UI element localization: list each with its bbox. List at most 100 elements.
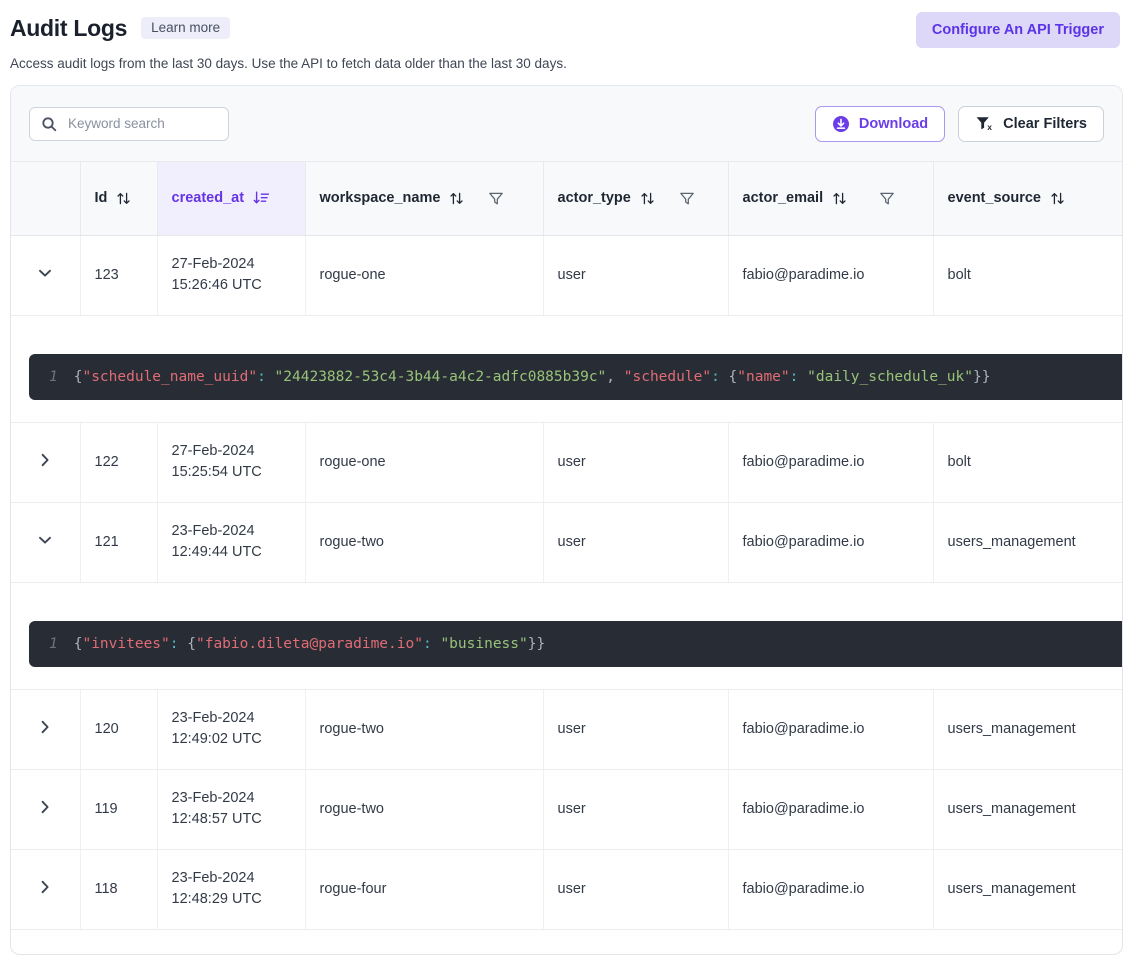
- cell-workspace-name: rogue-one: [305, 422, 544, 503]
- filter-icon[interactable]: [879, 191, 895, 206]
- cell-time: 15:26:46 UTC: [171, 277, 262, 293]
- column-header-created-at[interactable]: created_at: [157, 162, 306, 236]
- page-subtitle: Access audit logs from the last 30 days.…: [10, 56, 567, 71]
- cell-time: 15:25:54 UTC: [171, 464, 262, 480]
- filter-icon[interactable]: [679, 191, 695, 206]
- search-input[interactable]: [66, 115, 217, 132]
- cell-time: 12:49:02 UTC: [171, 731, 262, 747]
- download-button[interactable]: Download: [814, 105, 946, 142]
- table-body: 123 27-Feb-2024 15:26:46 UTC rogue-one u…: [11, 235, 1122, 930]
- cell-date: 23-Feb-2024: [171, 522, 255, 539]
- expand-toggle[interactable]: [11, 422, 81, 503]
- column-label-workspace-name: workspace_name: [319, 190, 441, 207]
- cell-event-source: bolt: [933, 422, 1122, 503]
- sort-icon[interactable]: [116, 191, 131, 206]
- download-label: Download: [858, 115, 929, 132]
- toolbar-actions: Download x Clear Filters: [814, 105, 1104, 142]
- filter-icon[interactable]: [488, 191, 504, 206]
- sort-icon[interactable]: [1050, 191, 1065, 206]
- download-icon: [832, 115, 850, 133]
- cell-workspace-name: rogue-two: [305, 689, 544, 770]
- page-header: Audit Logs Learn more Access audit logs …: [0, 0, 1134, 71]
- json-payload-code-block: 1 {"invitees": {"fabio.dileta@paradime.io…: [29, 620, 1122, 667]
- expand-toggle[interactable]: [11, 769, 81, 850]
- cell-actor-email: fabio@paradime.io: [728, 769, 934, 850]
- cell-actor-type: user: [543, 422, 729, 503]
- chevron-right-icon[interactable]: [35, 450, 55, 470]
- cell-date: 27-Feb-2024: [171, 255, 255, 272]
- search-box[interactable]: [29, 106, 229, 141]
- column-header-expand: [11, 162, 81, 236]
- expand-toggle[interactable]: [11, 849, 81, 930]
- cell-actor-type: user: [543, 502, 729, 583]
- cell-id: 121: [80, 502, 158, 583]
- cell-date: 23-Feb-2024: [171, 789, 255, 806]
- table-row[interactable]: 123 27-Feb-2024 15:26:46 UTC rogue-one u…: [11, 235, 1122, 316]
- cell-date: 23-Feb-2024: [171, 869, 255, 886]
- table-row[interactable]: 119 23-Feb-2024 12:48:57 UTC rogue-two u…: [11, 769, 1122, 850]
- cell-actor-type: user: [543, 689, 729, 770]
- cell-created-at: 27-Feb-2024 15:26:46 UTC: [157, 235, 306, 316]
- expand-toggle[interactable]: [11, 235, 81, 316]
- cell-created-at: 27-Feb-2024 15:25:54 UTC: [157, 422, 306, 503]
- clear-filters-label: Clear Filters: [1003, 115, 1087, 132]
- cell-workspace-name: rogue-one: [305, 235, 544, 316]
- code-line-number: 1: [49, 635, 58, 652]
- clear-filters-button[interactable]: x Clear Filters: [958, 105, 1104, 142]
- table-toolbar: Download x Clear Filters: [11, 86, 1122, 162]
- code-line-number: 1: [49, 368, 58, 385]
- svg-text:x: x: [987, 122, 992, 132]
- row-detail: 1 {"invitees": {"fabio.dileta@paradime.io…: [11, 582, 1122, 690]
- column-header-actor-type[interactable]: actor_type: [543, 162, 729, 236]
- sort-icon[interactable]: [640, 191, 655, 206]
- page-title: Audit Logs: [10, 14, 128, 41]
- cell-created-at: 23-Feb-2024 12:49:02 UTC: [157, 689, 306, 770]
- expand-toggle[interactable]: [11, 502, 81, 583]
- cell-event-source: bolt: [933, 235, 1122, 316]
- sort-icon[interactable]: [832, 191, 847, 206]
- cell-actor-type: user: [543, 849, 729, 930]
- learn-more-badge[interactable]: Learn more: [141, 16, 231, 40]
- table-row[interactable]: 118 23-Feb-2024 12:48:29 UTC rogue-four …: [11, 849, 1122, 930]
- column-header-id[interactable]: Id: [80, 162, 158, 236]
- cell-id: 122: [80, 422, 158, 503]
- column-header-workspace-name[interactable]: workspace_name: [305, 162, 544, 236]
- column-label-created-at: created_at: [171, 190, 245, 207]
- cell-actor-email: fabio@paradime.io: [728, 849, 934, 930]
- chevron-right-icon[interactable]: [35, 877, 55, 897]
- cell-id: 119: [80, 769, 158, 850]
- cell-id: 123: [80, 235, 158, 316]
- cell-created-at: 23-Feb-2024 12:49:44 UTC: [157, 502, 306, 583]
- configure-api-trigger-button[interactable]: Configure An API Trigger: [915, 12, 1120, 48]
- table-row[interactable]: 121 23-Feb-2024 12:49:44 UTC rogue-two u…: [11, 502, 1122, 583]
- column-header-event-source[interactable]: event_source: [933, 162, 1122, 236]
- table-header: Id created_at workspace_name actor_type …: [11, 162, 1122, 236]
- chevron-right-icon[interactable]: [35, 797, 55, 817]
- expand-toggle[interactable]: [11, 689, 81, 770]
- chevron-down-icon[interactable]: [35, 263, 55, 283]
- cell-created-at: 23-Feb-2024 12:48:29 UTC: [157, 849, 306, 930]
- column-label-actor-type: actor_type: [557, 190, 631, 207]
- cell-event-source: users_management: [933, 769, 1122, 850]
- sort-icon[interactable]: [449, 191, 464, 206]
- sort-descending-icon[interactable]: [253, 190, 270, 206]
- table-row[interactable]: 120 23-Feb-2024 12:49:02 UTC rogue-two u…: [11, 689, 1122, 770]
- cell-date: 23-Feb-2024: [171, 709, 255, 726]
- chevron-down-icon[interactable]: [35, 530, 55, 550]
- cell-id: 118: [80, 849, 158, 930]
- cell-actor-email: fabio@paradime.io: [728, 235, 934, 316]
- audit-logs-table-wrapper: Id created_at workspace_name actor_type …: [11, 162, 1122, 930]
- cell-actor-email: fabio@paradime.io: [728, 422, 934, 503]
- column-label-id: Id: [94, 190, 108, 207]
- cell-event-source: users_management: [933, 502, 1122, 583]
- table-row[interactable]: 122 27-Feb-2024 15:25:54 UTC rogue-one u…: [11, 422, 1122, 503]
- audit-logs-card: Download x Clear Filters: [10, 85, 1123, 955]
- chevron-right-icon[interactable]: [35, 717, 55, 737]
- cell-event-source: users_management: [933, 689, 1122, 770]
- cell-actor-email: fabio@paradime.io: [728, 502, 934, 583]
- cell-time: 12:48:29 UTC: [171, 891, 262, 907]
- column-header-actor-email[interactable]: actor_email: [728, 162, 934, 236]
- cell-date: 27-Feb-2024: [171, 442, 255, 459]
- json-payload-code-block: 1 {"schedule_name_uuid": "24423882-53c4-3…: [29, 353, 1122, 400]
- cell-time: 12:49:44 UTC: [171, 544, 262, 560]
